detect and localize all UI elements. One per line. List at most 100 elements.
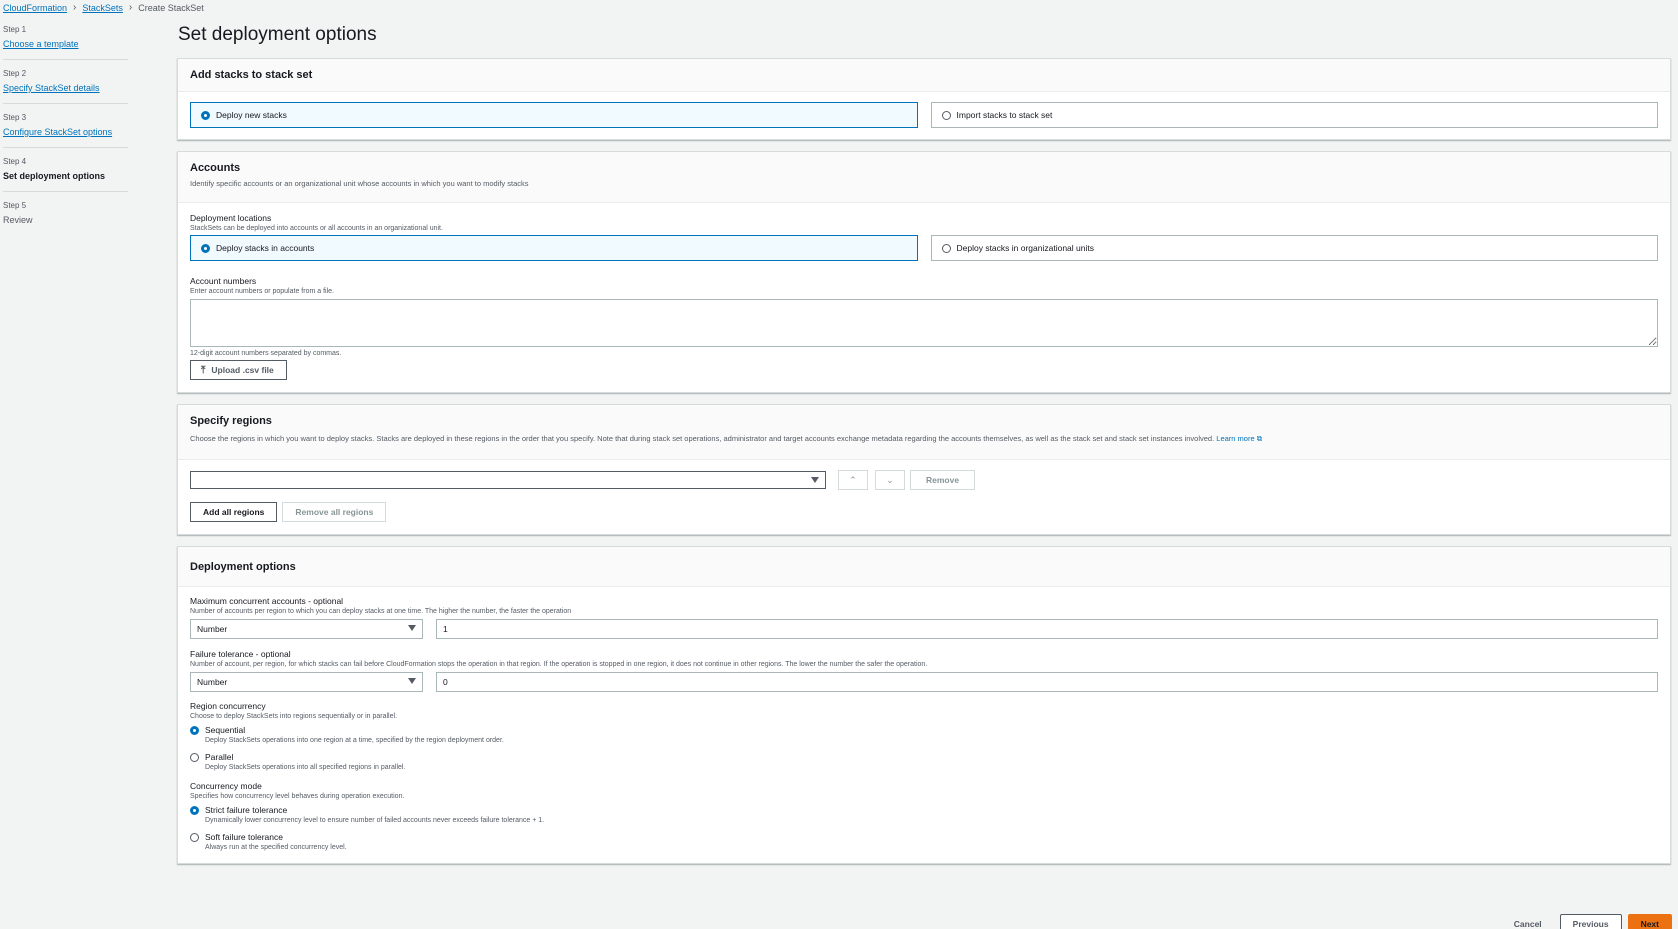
step-number: Step 4 [3, 157, 27, 166]
breadcrumb-stacksets-link[interactable]: StackSets [82, 3, 123, 13]
radio-parallel[interactable]: Parallel Deploy StackSets operations int… [190, 752, 1658, 771]
tile-deploy-new-stacks[interactable]: Deploy new stacks [190, 102, 918, 128]
add-stacks-panel: Add stacks to stack set Deploy new stack… [177, 58, 1671, 140]
tile-label: Deploy new stacks [216, 110, 287, 120]
panel-header: Deployment options [178, 547, 1670, 587]
deployment-locations-desc: StackSets can be deployed into accounts … [190, 225, 443, 232]
tile-label: Deploy stacks in accounts [216, 243, 315, 253]
accounts-panel: Accounts Identify specific accounts or a… [177, 151, 1671, 393]
radio-unselected-icon [941, 110, 951, 120]
account-numbers-constraint: 12-digit account numbers separated by co… [190, 350, 342, 357]
step-number: Step 3 [3, 113, 27, 122]
radio-selected-icon [201, 243, 210, 253]
move-up-button[interactable]: ⌃ [838, 470, 868, 490]
max-concurrent-type-select[interactable]: Number [190, 619, 423, 639]
step-link-stackset-details[interactable]: Specify StackSet details [3, 83, 100, 93]
tile-import-stacks[interactable]: Import stacks to stack set [930, 102, 1658, 128]
max-concurrent-label: Maximum concurrent accounts - optional [190, 596, 344, 606]
radio-sequential[interactable]: Sequential Deploy StackSets operations i… [190, 725, 1658, 744]
chevron-right-icon: › [73, 2, 77, 13]
panel-header: Specify regions Choose the regions in wh… [178, 405, 1670, 460]
panel-title: Deployment options [190, 561, 296, 573]
regions-description-text: Choose the regions in which you want to … [190, 434, 1215, 443]
upload-csv-label: Upload .csv file [211, 365, 274, 375]
max-concurrent-input[interactable]: 1 [436, 619, 1658, 639]
radio-unselected-icon [190, 833, 199, 842]
radio-label: Sequential [205, 725, 246, 735]
input-value: 1 [443, 624, 448, 634]
caret-down-icon [408, 625, 416, 631]
step-link-choose-template[interactable]: Choose a template [3, 39, 79, 49]
chevron-down-icon: ⌄ [886, 474, 894, 485]
wizard-step-2: Step 2 Specify StackSet details [3, 69, 128, 104]
failure-tolerance-row: Number 0 [190, 672, 1658, 692]
radio-selected-icon [190, 726, 199, 735]
concurrency-mode-label: Concurrency mode [190, 781, 262, 791]
select-value: Number [197, 677, 228, 687]
radio-label: Soft failure tolerance [205, 832, 283, 842]
radio-label: Strict failure tolerance [205, 805, 288, 815]
radio-desc: Always run at the specified concurrency … [205, 844, 347, 851]
remove-all-regions-button[interactable]: Remove all regions [282, 502, 387, 522]
region-selector-row: ⌃ ⌄ Remove [190, 470, 1658, 490]
account-numbers-textarea[interactable] [190, 299, 1658, 347]
deployment-locations-label: Deployment locations [190, 213, 272, 223]
previous-button[interactable]: Previous [1559, 914, 1622, 929]
move-down-button[interactable]: ⌄ [875, 470, 905, 490]
page-title: Set deployment options [178, 24, 377, 45]
panel-title: Add stacks to stack set [190, 69, 313, 81]
failure-tolerance-desc: Number of account, per region, for which… [190, 661, 928, 668]
region-concurrency-label: Region concurrency [190, 701, 266, 711]
remove-region-button[interactable]: Remove [910, 470, 976, 490]
step-label-review: Review [3, 215, 33, 225]
wizard-step-4: Step 4 Set deployment options [3, 157, 128, 192]
radio-desc: Deploy StackSets operations into one reg… [205, 737, 504, 744]
panel-body: Deployment locations StackSets can be de… [178, 203, 1670, 392]
radio-desc: Deploy StackSets operations into all spe… [205, 764, 406, 771]
panel-header: Add stacks to stack set [178, 59, 1670, 92]
radio-strict-failure-tolerance[interactable]: Strict failure tolerance Dynamically low… [190, 805, 1658, 824]
main-content: Set deployment options Add stacks to sta… [177, 24, 1671, 875]
regions-panel: Specify regions Choose the regions in wh… [177, 404, 1671, 535]
learn-more-link[interactable]: Learn more ⧉ [1216, 434, 1262, 443]
tile-deploy-in-ous[interactable]: Deploy stacks in organizational units [930, 235, 1658, 261]
radio-label: Parallel [205, 752, 234, 762]
tile-label: Deploy stacks in organizational units [956, 243, 1095, 253]
upload-icon: ⤒ [201, 364, 206, 376]
failure-tolerance-type-select[interactable]: Number [190, 672, 423, 692]
wizard-step-1: Step 1 Choose a template [3, 25, 128, 60]
step-number: Step 1 [3, 25, 27, 34]
failure-tolerance-input[interactable]: 0 [436, 672, 1658, 692]
region-bulk-actions: Add all regions Remove all regions [190, 502, 1658, 522]
radio-selected-icon [190, 806, 199, 815]
panel-title: Specify regions [190, 415, 272, 427]
step-number: Step 5 [3, 201, 27, 210]
max-concurrent-row: Number 1 [190, 619, 1658, 639]
upload-csv-button[interactable]: ⤒ Upload .csv file [190, 360, 287, 380]
panel-body: ⌃ ⌄ Remove Add all regions Remove all re… [178, 460, 1670, 534]
panel-description: Identify specific accounts or an organiz… [190, 179, 529, 188]
concurrency-mode-desc: Specifies how concurrency level behaves … [190, 793, 405, 800]
radio-unselected-icon [941, 243, 951, 253]
tile-deploy-in-accounts[interactable]: Deploy stacks in accounts [190, 235, 918, 261]
step-link-stackset-options[interactable]: Configure StackSet options [3, 127, 112, 137]
caret-down-icon [811, 477, 819, 483]
wizard-footer: Cancel Previous Next [1502, 914, 1672, 929]
add-all-regions-button[interactable]: Add all regions [190, 502, 278, 522]
breadcrumb-cloudformation-link[interactable]: CloudFormation [3, 3, 67, 13]
region-select[interactable] [190, 471, 826, 489]
next-button[interactable]: Next [1627, 914, 1672, 929]
failure-tolerance-label: Failure tolerance - optional [190, 649, 291, 659]
chevron-right-icon: › [128, 2, 133, 13]
input-value: 0 [443, 677, 448, 687]
external-link-icon: ⧉ [1256, 434, 1263, 443]
step-number: Step 2 [3, 69, 27, 78]
cancel-button[interactable]: Cancel [1502, 919, 1554, 929]
step-label-current: Set deployment options [3, 171, 106, 181]
radio-selected-icon [201, 110, 210, 120]
panel-description: Choose the regions in which you want to … [190, 434, 1658, 444]
radio-soft-failure-tolerance[interactable]: Soft failure tolerance Always run at the… [190, 832, 1658, 851]
wizard-step-3: Step 3 Configure StackSet options [3, 113, 128, 148]
panel-title: Accounts [190, 162, 241, 174]
wizard-steps-nav: Step 1 Choose a template Step 2 Specify … [3, 25, 128, 244]
